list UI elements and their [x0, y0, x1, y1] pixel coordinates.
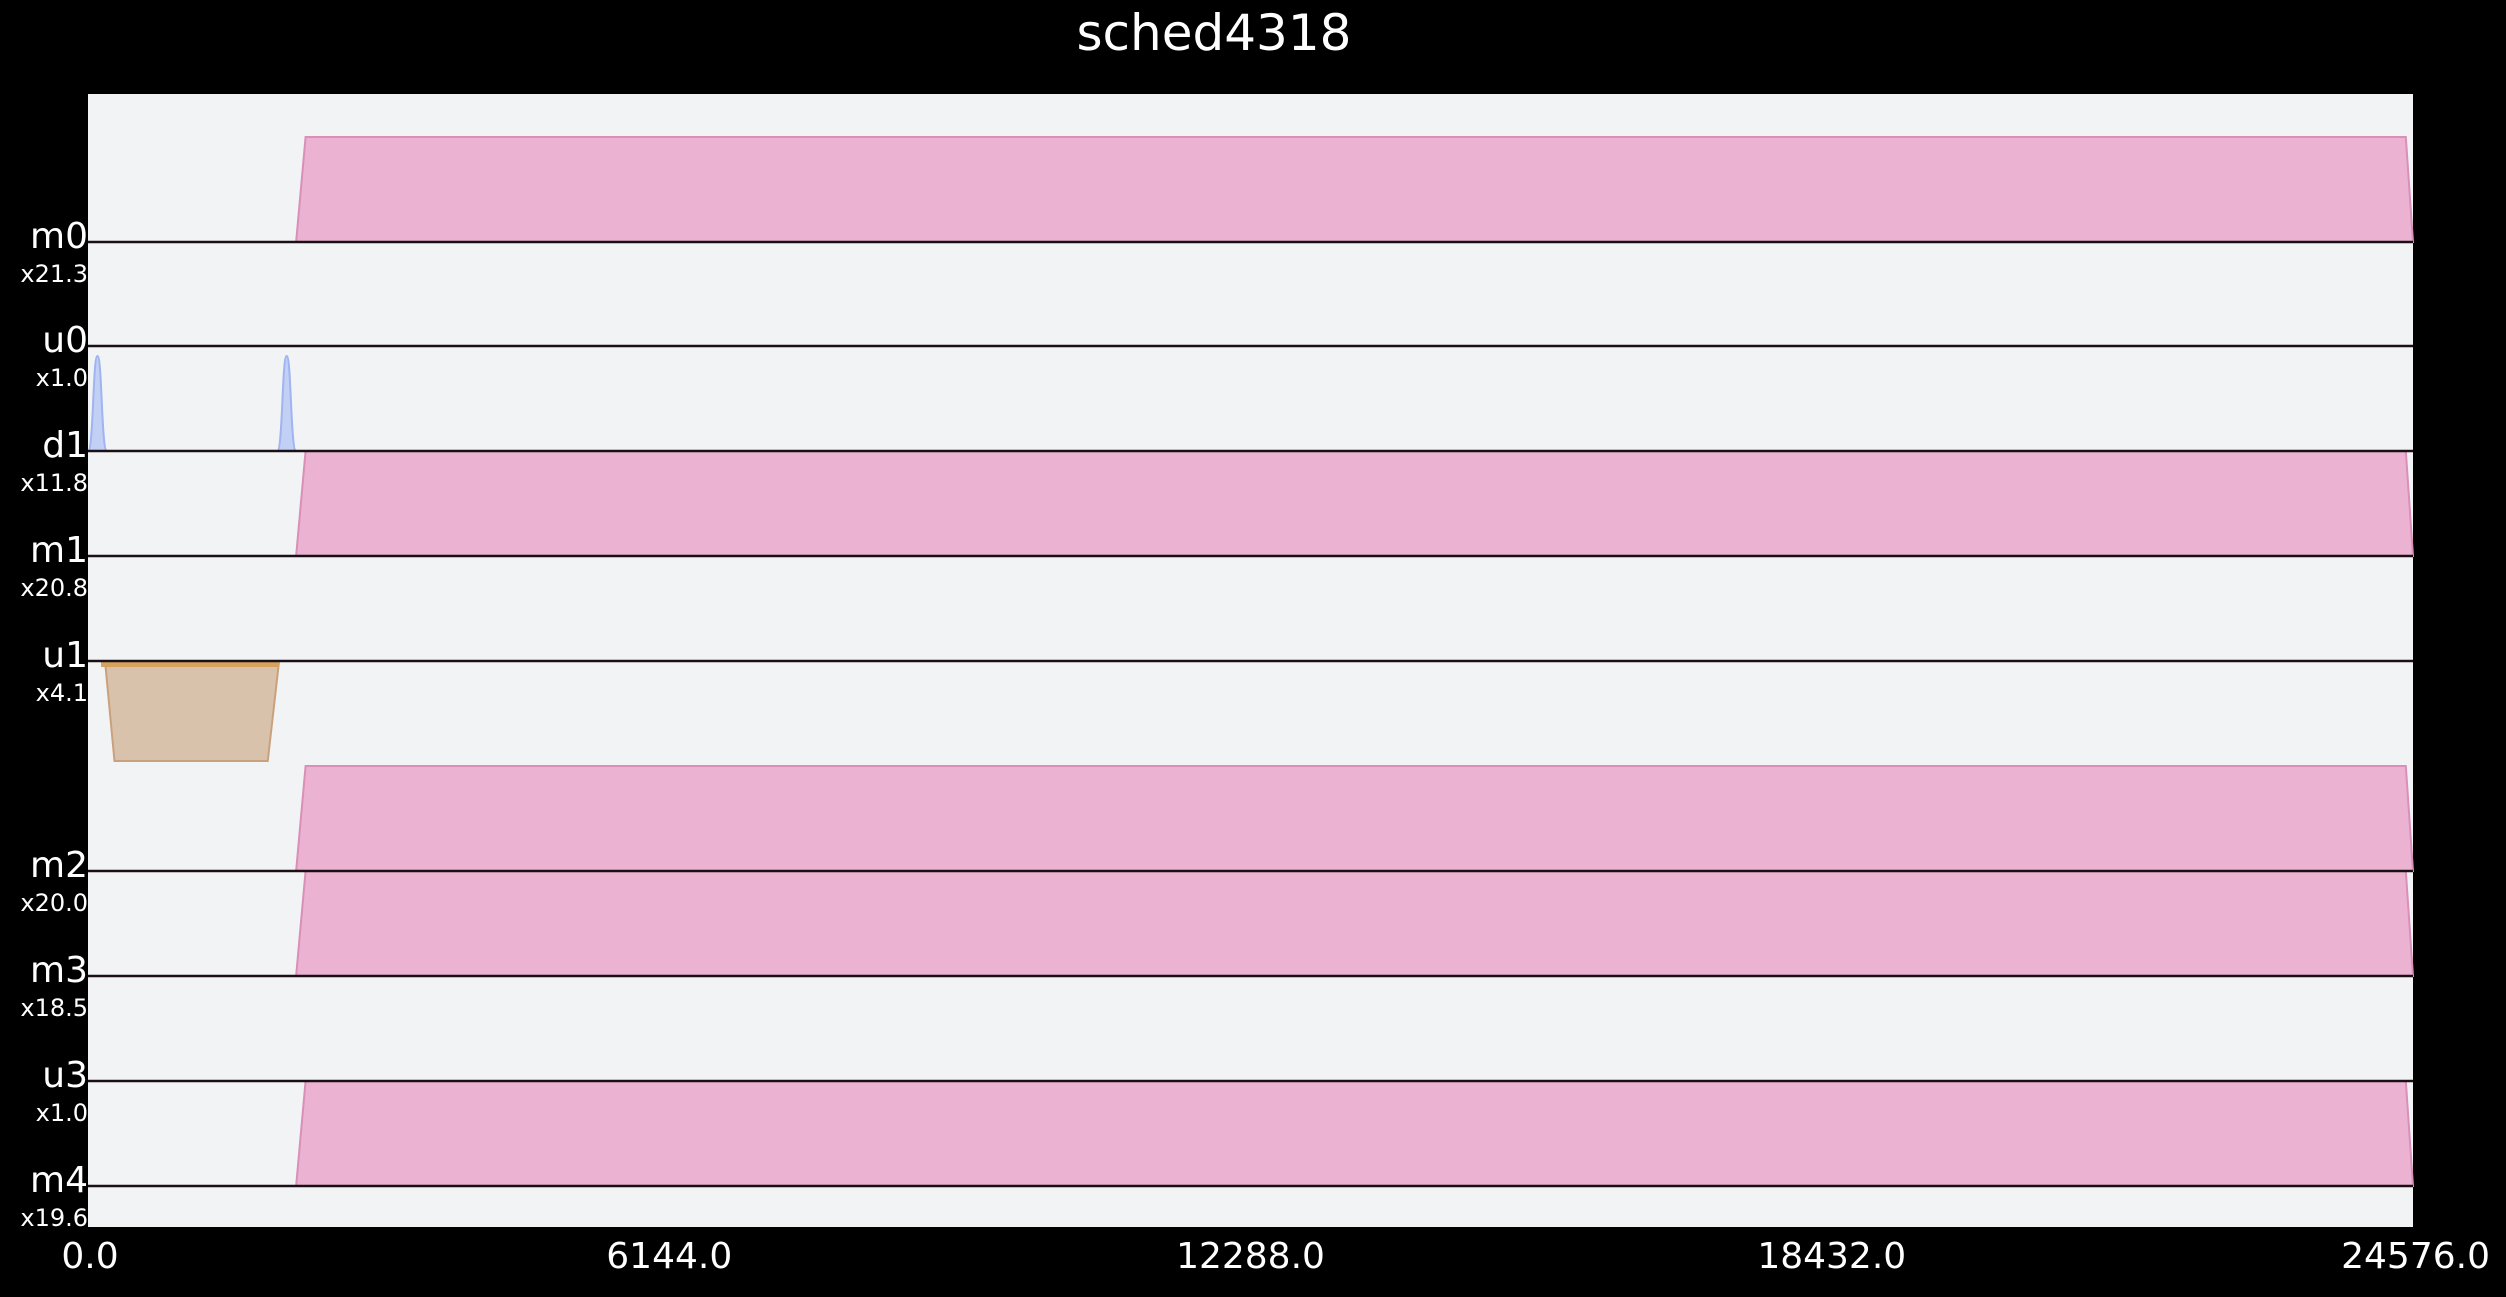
x-tick-label-3: 18432.0 [1757, 1236, 1906, 1277]
x-tick-label-1: 6144.0 [606, 1236, 732, 1277]
x-tick-label-2: 12288.0 [1176, 1236, 1325, 1277]
lane-scale-m1: x20.8 [20, 574, 88, 602]
lane-label-m4: m4 [30, 1160, 88, 1201]
chart-svg: sched4318 m0 x21.3 u0 x1.0 d1 x11.8 m1 x20.8 u1 x… [0, 0, 2506, 1293]
lane-label-m1: m1 [30, 530, 88, 571]
lane-label-d1: d1 [42, 425, 88, 466]
lane-label-u1: u1 [42, 635, 88, 676]
x-tick-label-4: 24576.0 [2341, 1236, 2490, 1277]
lane-label-u3: u3 [42, 1055, 88, 1096]
series-m0-0 [295, 136, 2415, 243]
lane-label-u0: u0 [42, 320, 88, 361]
lane-label-m2: m2 [30, 845, 88, 886]
lane-scale-d1: x11.8 [20, 469, 88, 497]
lane-scale-m0: x21.3 [20, 260, 88, 288]
lane-scale-m3: x18.5 [20, 994, 88, 1022]
series-m3-6 [295, 870, 2415, 977]
lane-label-m3: m3 [30, 950, 88, 991]
chart: sched4318 m0 x21.3 u0 x1.0 d1 x11.8 m1 x20.8 u1 x… [0, 0, 2506, 1293]
lane-label-m0: m0 [30, 216, 88, 257]
series-m1-3 [295, 450, 2415, 557]
lane-scale-u3: x1.0 [36, 1099, 88, 1127]
lane-scale-u0: x1.0 [36, 364, 88, 392]
x-tick-label-0: 0.0 [61, 1236, 118, 1277]
lane-scale-m2: x20.0 [20, 889, 88, 917]
series-m2-5 [295, 765, 2415, 872]
chart-title: sched4318 [1077, 4, 1352, 62]
series-u1-4 [103, 660, 281, 762]
lane-scale-m4: x19.6 [20, 1204, 88, 1232]
series-m4-7 [295, 1080, 2415, 1187]
lane-scale-u1: x4.1 [36, 679, 88, 707]
